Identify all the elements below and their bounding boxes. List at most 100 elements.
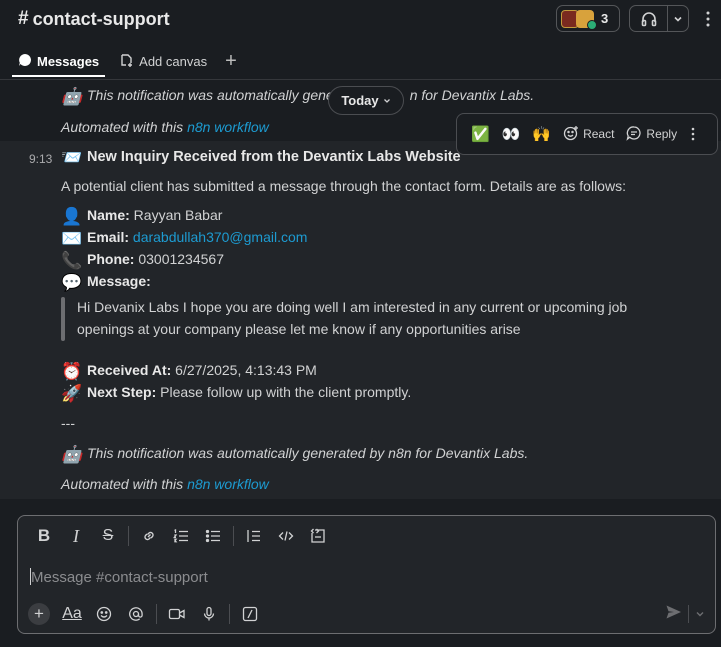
next-step-row: 🚀 Next Step: Please follow up with the cl… (61, 384, 411, 404)
reaction-raised-hands-button[interactable]: 🙌 (526, 119, 557, 149)
react-button[interactable]: React (557, 119, 620, 149)
next-step-label: Next Step: (87, 384, 157, 400)
add-reaction-icon (563, 125, 579, 144)
n8n-workflow-link[interactable]: n8n workflow (187, 119, 269, 135)
mention-icon[interactable] (120, 602, 152, 626)
email-link[interactable]: darabdullah370@gmail.com (133, 229, 308, 245)
tab-messages[interactable]: Messages (12, 48, 106, 77)
received-value: 6/27/2025, 4:13:43 PM (171, 362, 317, 378)
add-tab-button[interactable]: + (213, 48, 243, 75)
chevron-down-icon[interactable] (668, 6, 688, 31)
italic-icon[interactable]: I (60, 524, 92, 548)
prev-footer-text: This notification was automatically gene (87, 87, 334, 103)
link-icon[interactable] (133, 524, 165, 548)
members-button[interactable]: 3 (556, 5, 620, 32)
channel-tabs: Messages Add canvas + (12, 48, 243, 80)
automated-prefix: Automated with this (61, 476, 188, 492)
microphone-icon[interactable] (193, 602, 225, 626)
phone-row: 📞 Phone: 03001234567 (61, 251, 224, 271)
more-options-icon[interactable] (700, 7, 716, 31)
prev-footer-text-end: n for Devantix Labs. (409, 87, 535, 103)
reaction-eyes-button[interactable]: 👀 (496, 119, 527, 149)
next-step-value: Please follow up with the client promptl… (156, 384, 412, 400)
blockquote-icon[interactable] (238, 524, 270, 548)
rocket-icon: 🚀 (61, 384, 83, 403)
received-row: ⏰ Received At: 6/27/2025, 4:13:43 PM (61, 362, 317, 382)
telephone-icon: 📞 (61, 251, 83, 270)
person-icon: 👤 (61, 207, 83, 226)
chevron-down-icon[interactable] (695, 606, 705, 623)
channel-hash: # (18, 8, 29, 29)
robot-icon: 🤖 (61, 445, 83, 464)
chevron-down-icon (383, 98, 390, 103)
emoji-icon[interactable] (88, 602, 120, 626)
toolbar-divider (233, 526, 234, 546)
prev-footer: 🤖 This notification was automatically gen… (61, 87, 534, 107)
reply-button[interactable]: Reply (620, 119, 683, 149)
email-label: Email: (87, 229, 130, 245)
channel-title[interactable]: # contact-support (18, 8, 170, 30)
speech-balloon-icon: 💬 (61, 273, 83, 292)
reaction-check-button[interactable]: ✅ (465, 119, 496, 149)
attach-plus-icon[interactable]: + (28, 603, 50, 625)
bold-icon[interactable]: B (28, 524, 60, 548)
alarm-clock-icon: ⏰ (61, 362, 83, 381)
message-label: Message: (87, 273, 151, 289)
automated-row: Automated with this n8n workflow (61, 476, 269, 492)
envelope-icon: ✉️ (61, 229, 83, 248)
messages-icon (18, 53, 32, 70)
reply-thread-icon (626, 125, 642, 144)
n8n-workflow-link[interactable]: n8n workflow (187, 476, 269, 492)
numbered-list-icon[interactable] (165, 524, 197, 548)
automated-prefix: Automated with this (61, 119, 188, 135)
message-actions-toolbar: ✅ 👀 🙌 React Reply (456, 113, 718, 155)
name-label: Name: (87, 207, 130, 223)
code-icon[interactable] (270, 524, 302, 548)
send-divider (688, 605, 689, 623)
strikethrough-icon[interactable]: S (92, 524, 124, 548)
bulleted-list-icon[interactable] (197, 524, 229, 548)
composer-actions: + Aa (28, 601, 266, 627)
toolbar-divider (156, 604, 157, 624)
message-label-row: 💬 Message: (61, 273, 151, 293)
quote-line-1: Hi Devanix Labs I hope you are doing wel… (77, 299, 628, 315)
slash-command-icon[interactable] (234, 602, 266, 626)
member-count: 3 (601, 11, 609, 26)
date-divider-label: Today (341, 93, 379, 108)
plus-icon: + (225, 50, 237, 72)
code-block-icon[interactable] (302, 524, 334, 548)
headphones-icon[interactable] (630, 6, 668, 31)
toolbar-divider (128, 526, 129, 546)
message-input[interactable]: Message #contact-support (30, 568, 208, 586)
message-intro: A potential client has submitted a messa… (61, 178, 626, 194)
blockquote-bar (61, 297, 65, 341)
channel-name: contact-support (32, 8, 170, 29)
message-timestamp[interactable]: 9:13 (29, 152, 52, 166)
footer-row: 🤖 This notification was automatically gen… (61, 445, 528, 465)
send-controls (665, 601, 705, 627)
date-divider-button[interactable]: Today (328, 86, 404, 115)
quote-line-2: openings at your company please let me k… (77, 321, 521, 337)
message-list: 🤖 This notification was automatically gen… (0, 81, 721, 499)
divider-text: --- (61, 415, 75, 431)
email-row: ✉️ Email: darabdullah370@gmail.com (61, 229, 307, 249)
formatting-toggle-icon[interactable]: Aa (56, 602, 88, 626)
name-row: 👤 Name: Rayyan Babar (61, 207, 222, 227)
footer-text: This notification was automatically gene… (87, 445, 529, 461)
message-input-placeholder: Message #contact-support (31, 569, 208, 586)
tab-label: Messages (37, 54, 100, 69)
huddle-button[interactable] (629, 5, 689, 32)
name-value: Rayyan Babar (129, 207, 223, 223)
tab-add-canvas[interactable]: Add canvas (113, 48, 213, 75)
incoming-envelope-icon: 📨 (61, 148, 83, 167)
react-label: React (583, 127, 615, 141)
robot-icon: 🤖 (61, 87, 83, 106)
send-icon[interactable] (665, 604, 682, 624)
channel-header: # contact-support 3 Messages Add canvas (0, 0, 721, 80)
message-title: 📨 New Inquiry Received from the Devantix … (61, 148, 461, 168)
more-actions-icon[interactable] (683, 119, 703, 149)
reply-label: Reply (646, 127, 678, 141)
avatar (576, 9, 597, 30)
prev-automated: Automated with this n8n workflow (61, 119, 269, 135)
video-icon[interactable] (161, 602, 193, 626)
